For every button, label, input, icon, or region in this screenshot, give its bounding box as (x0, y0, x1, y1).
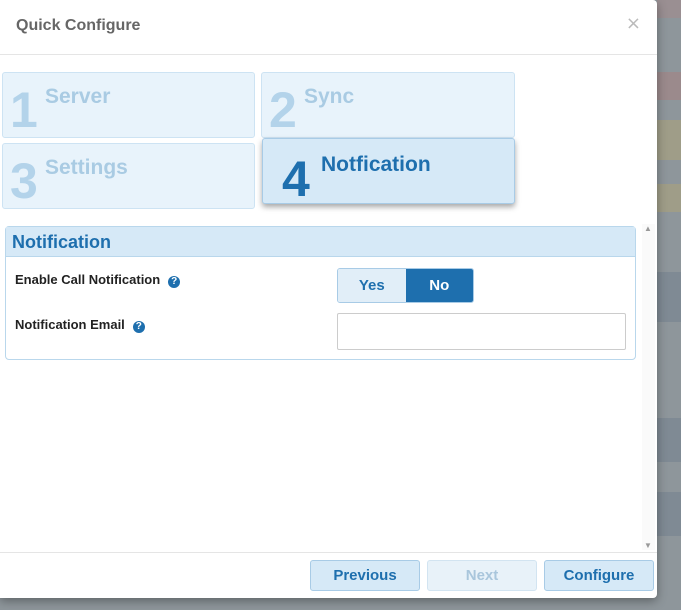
call-notification-label: Enable Call Notification (15, 272, 161, 287)
close-icon[interactable]: × (626, 13, 641, 34)
panel-title: Notification (12, 232, 111, 252)
yes-option[interactable]: Yes (338, 269, 406, 302)
step-label: Settings (45, 156, 128, 179)
notification-email-label: Notification Email (15, 317, 125, 332)
backdrop-row (657, 72, 681, 100)
call-notification-row: Enable Call Notification? (15, 272, 181, 288)
scrollbar[interactable]: ▲ ▼ (642, 224, 655, 550)
help-icon[interactable]: ? (132, 321, 145, 333)
backdrop-row (657, 184, 681, 212)
step-number: 2 (269, 82, 297, 138)
dialog-body: 1 Server 2 Sync 3 Settings 4 Notfication… (0, 56, 657, 552)
call-notification-toggle: Yes No (337, 268, 474, 303)
dialog-title: Quick Configure (16, 17, 141, 34)
step-settings[interactable]: 3 Settings (2, 143, 255, 209)
dialog-footer: Previous Next Configure (0, 552, 657, 598)
dialog-header: Quick Configure × (0, 0, 657, 55)
no-option[interactable]: No (405, 269, 473, 302)
previous-button[interactable]: Previous (310, 560, 420, 591)
notification-email-input[interactable] (337, 313, 626, 350)
step-label: Server (45, 85, 111, 108)
step-server[interactable]: 1 Server (2, 72, 255, 138)
backdrop-row (657, 492, 681, 536)
step-sync[interactable]: 2 Sync (261, 72, 515, 138)
help-icon[interactable]: ? (168, 276, 181, 288)
panel-header: Notification (6, 227, 635, 257)
scroll-up-icon[interactable]: ▲ (644, 224, 652, 233)
step-number: 4 (282, 151, 310, 207)
backdrop-row (657, 0, 681, 18)
step-label: Notfication (321, 153, 431, 176)
next-button[interactable]: Next (427, 560, 537, 591)
step-number: 1 (10, 82, 38, 138)
backdrop-row (657, 418, 681, 462)
backdrop-row (657, 272, 681, 322)
scroll-down-icon[interactable]: ▼ (644, 541, 652, 550)
notification-panel: Notification Enable Call Notification? Y… (5, 226, 636, 360)
configure-button[interactable]: Configure (544, 560, 654, 591)
quick-configure-dialog: Quick Configure × 1 Server 2 Sync 3 Sett… (0, 0, 657, 598)
notification-email-row: Notification Email? (15, 317, 145, 333)
step-notification[interactable]: 4 Notfication (262, 138, 515, 204)
backdrop-row (657, 120, 681, 160)
step-number: 3 (10, 153, 38, 209)
step-label: Sync (304, 85, 355, 108)
